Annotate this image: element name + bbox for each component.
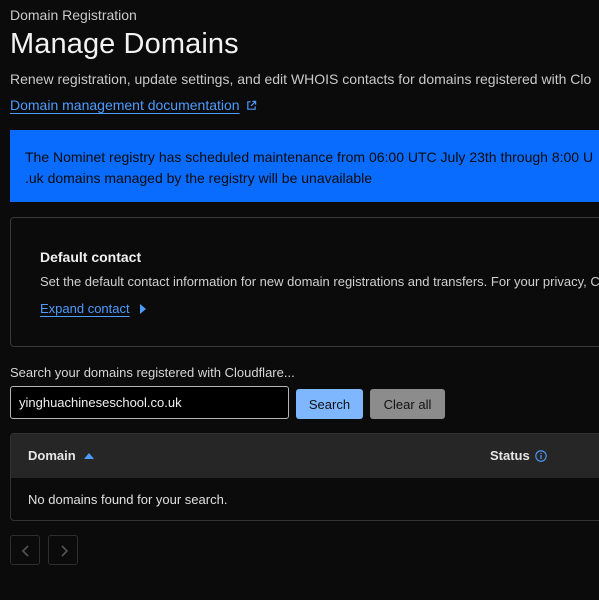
empty-results-message: No domains found for your search.: [28, 492, 228, 507]
page-title: Manage Domains: [10, 28, 239, 60]
expand-contact-link[interactable]: Expand contact: [40, 301, 146, 316]
domain-search-input[interactable]: [10, 386, 289, 419]
breadcrumb: Domain Registration: [10, 7, 137, 23]
manage-domains-page: Domain Registration Manage Domains Renew…: [0, 0, 599, 600]
documentation-link[interactable]: Domain management documentation: [10, 97, 257, 114]
next-page-button[interactable]: [48, 535, 78, 565]
page-description: Renew registration, update settings, and…: [10, 71, 592, 87]
clear-all-button[interactable]: Clear all: [370, 389, 445, 419]
maintenance-banner: The Nominet registry has scheduled maint…: [10, 130, 599, 202]
table-header: Domain Status: [11, 434, 599, 478]
info-icon[interactable]: [534, 450, 547, 465]
default-contact-heading: Default contact: [40, 249, 142, 265]
chevron-right-icon: [61, 545, 69, 557]
default-contact-description: Set the default contact information for …: [40, 274, 599, 289]
domains-table: Domain Status No domains found for your …: [10, 433, 599, 521]
previous-page-button[interactable]: [10, 535, 40, 565]
chevron-left-icon: [21, 545, 29, 557]
search-label: Search your domains registered with Clou…: [10, 365, 295, 380]
column-header-status: Status: [490, 448, 547, 465]
documentation-link-label: Domain management documentation: [10, 97, 240, 113]
caret-right-icon: [139, 304, 146, 314]
column-header-status-label: Status: [490, 448, 530, 463]
expand-contact-label: Expand contact: [40, 301, 130, 316]
banner-line-1: The Nominet registry has scheduled maint…: [25, 149, 594, 165]
default-contact-card: Default contact Set the default contact …: [10, 217, 599, 347]
column-header-domain[interactable]: Domain: [28, 448, 94, 463]
search-button[interactable]: Search: [296, 389, 363, 419]
external-link-icon: [246, 98, 257, 114]
column-header-domain-label: Domain: [28, 448, 76, 463]
sort-ascending-icon: [83, 453, 94, 459]
banner-line-2: .uk domains managed by the registry will…: [25, 170, 373, 186]
